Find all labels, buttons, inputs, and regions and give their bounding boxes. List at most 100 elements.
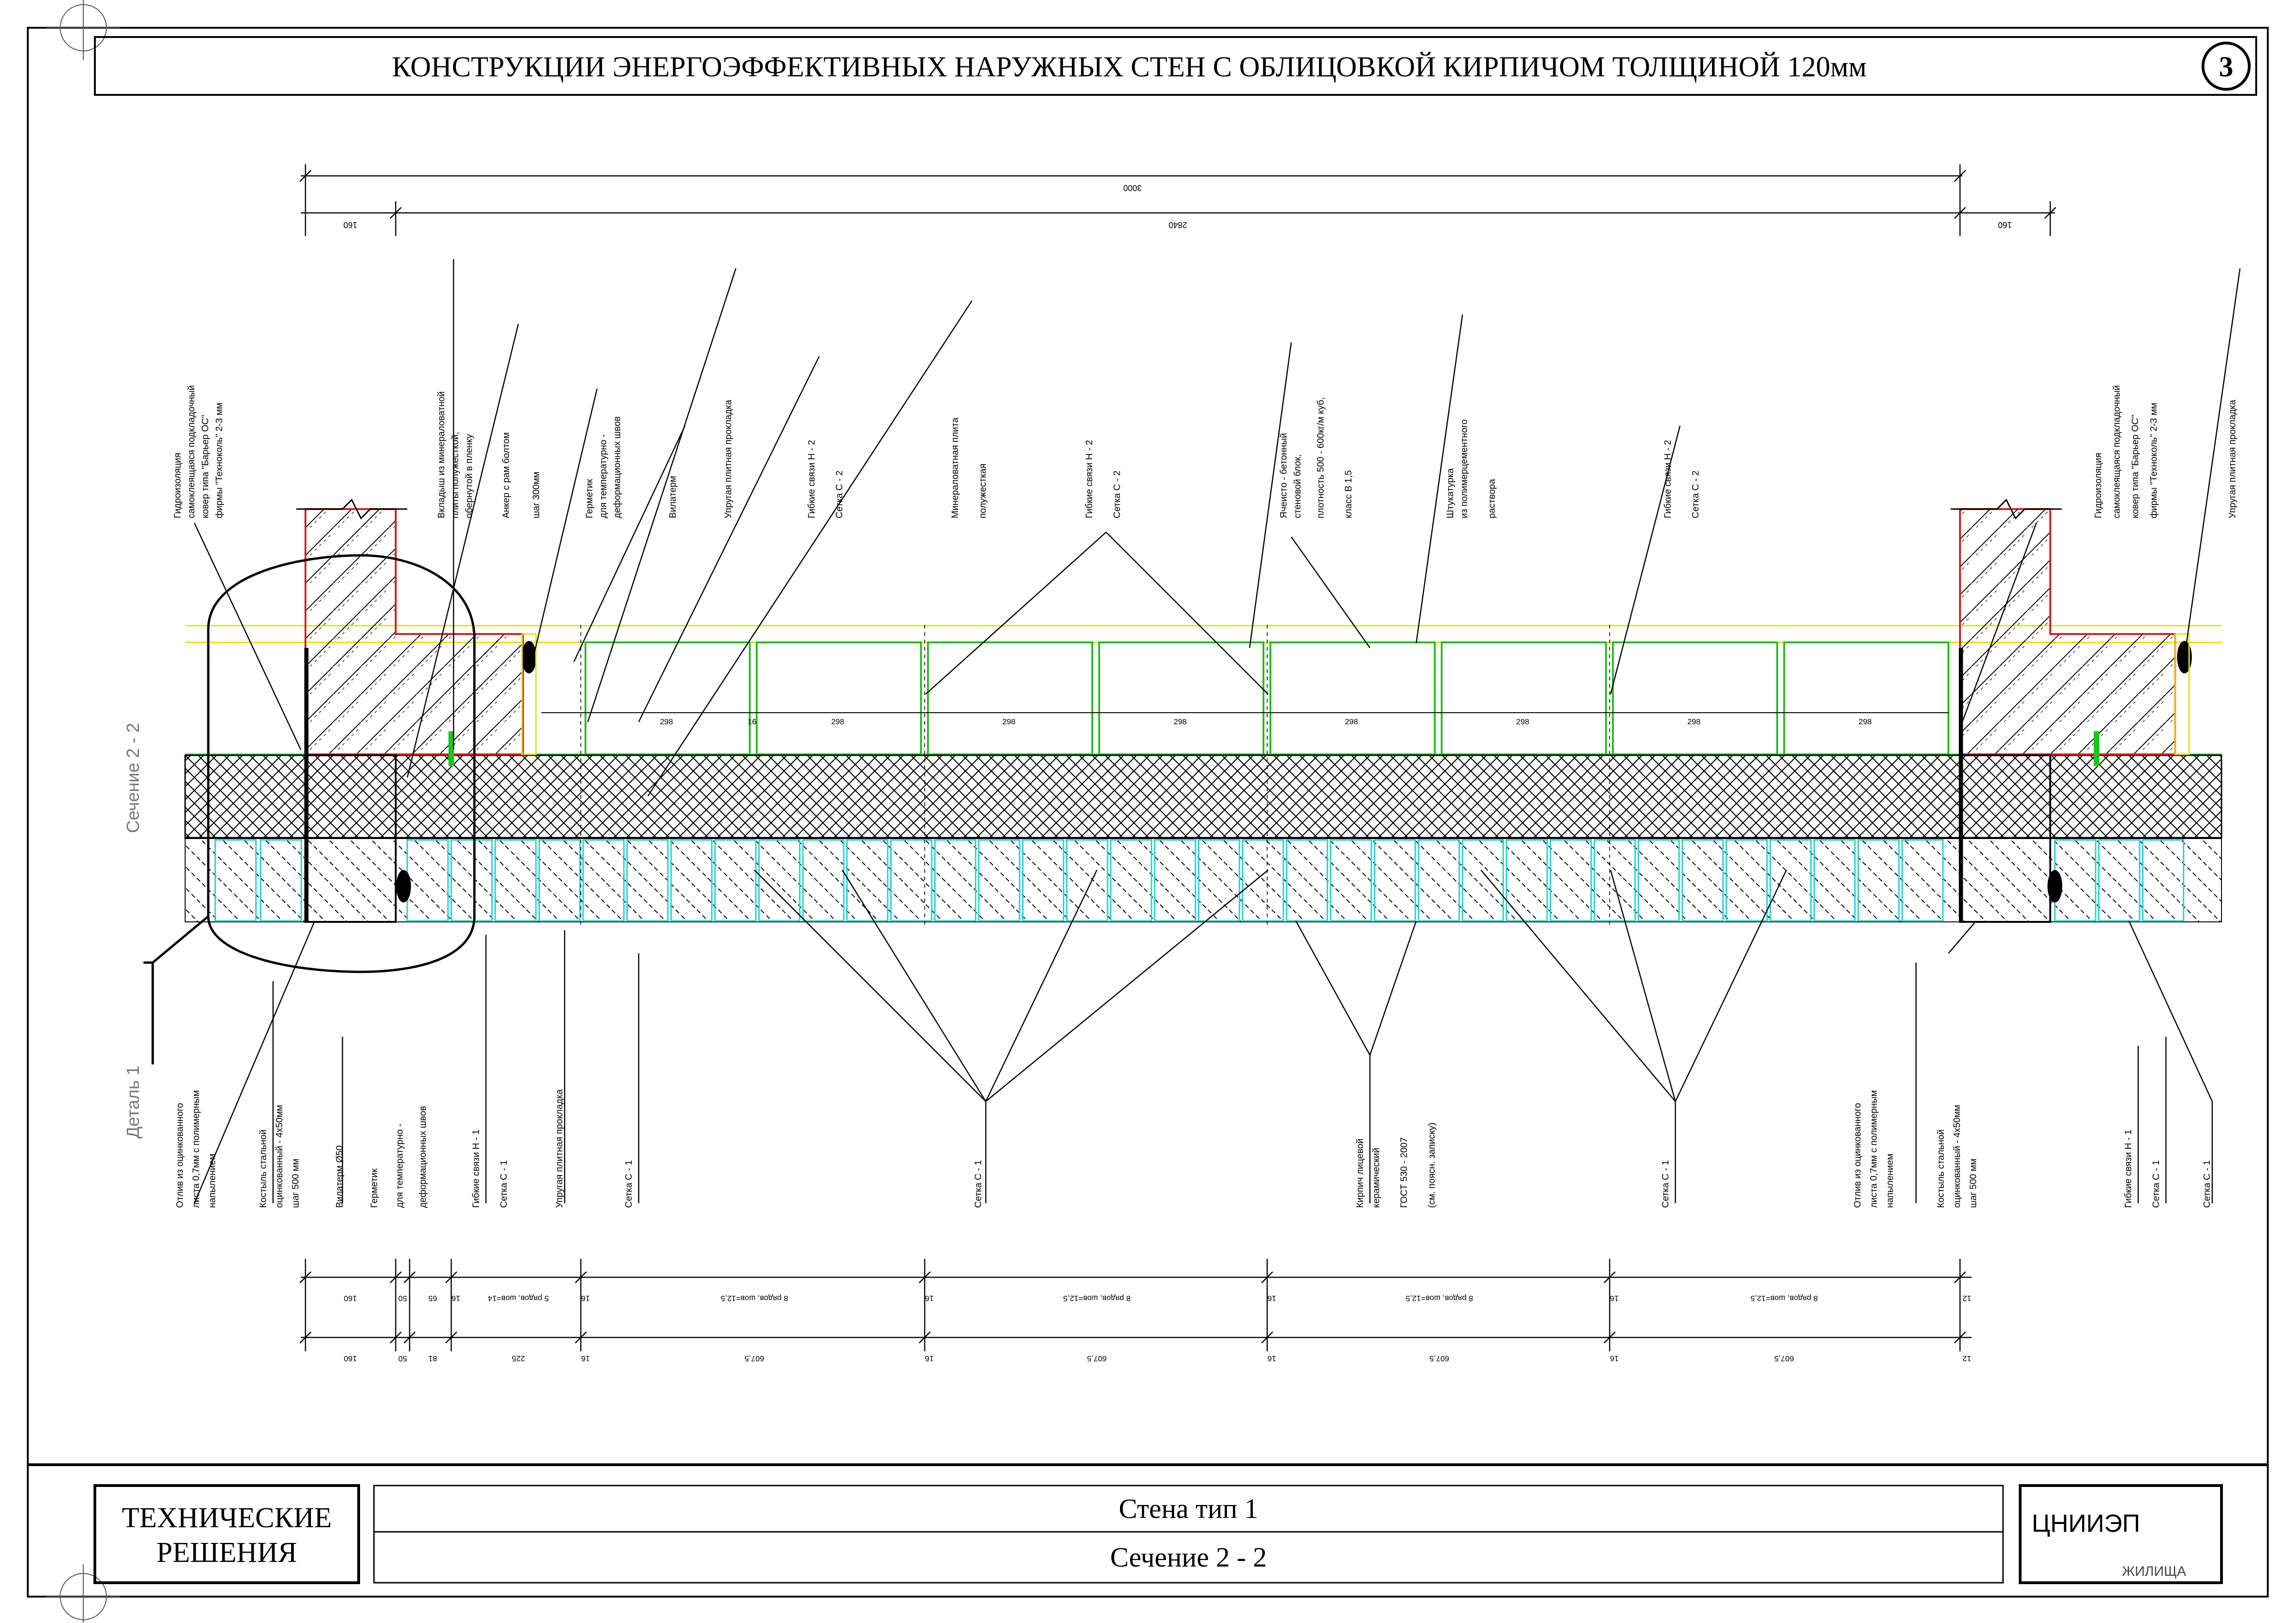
svg-text:298: 298: [1516, 717, 1529, 726]
svg-text:298: 298: [660, 717, 673, 726]
svg-text:фирмы "Техноколь" 2-3 мм: фирмы "Техноколь" 2-3 мм: [2149, 403, 2159, 518]
svg-text:607,5: 607,5: [1774, 1354, 1794, 1363]
dim-middle: 2840: [1169, 220, 1187, 230]
svg-text:12: 12: [1963, 1354, 1972, 1363]
svg-text:16: 16: [581, 1294, 590, 1303]
svg-text:оцинкованный - 4х50мм: оцинкованный - 4х50мм: [1952, 1105, 1962, 1208]
svg-text:Сетка С - 1: Сетка С - 1: [973, 1160, 983, 1208]
sealant-right-bottom: [2047, 870, 2062, 902]
svg-text:Гидроизоляция: Гидроизоляция: [173, 453, 183, 518]
svg-text:Гибкие связи Н - 1: Гибкие связи Н - 1: [2123, 1130, 2134, 1208]
svg-text:Гибкие связи Н - 1: Гибкие связи Н - 1: [471, 1130, 481, 1208]
detail-label: Деталь 1: [124, 1066, 143, 1138]
svg-text:298: 298: [1345, 717, 1358, 726]
svg-text:фирмы "Техноколь" 2-3 мм: фирмы "Техноколь" 2-3 мм: [214, 403, 224, 518]
svg-text:16: 16: [452, 1294, 460, 1303]
svg-text:160: 160: [344, 1294, 357, 1303]
svg-text:Герметик: Герметик: [369, 1169, 380, 1208]
svg-text:Сетка С - 1: Сетка С - 1: [2202, 1160, 2212, 1208]
svg-text:Штукатурка: Штукатурка: [1445, 468, 1456, 518]
svg-text:Сетка С - 1: Сетка С - 1: [499, 1160, 509, 1208]
svg-text:16: 16: [748, 717, 757, 726]
svg-text:Отлив из оцинкованного: Отлив из оцинкованного: [175, 1103, 185, 1208]
svg-text:Герметик: Герметик: [585, 479, 595, 518]
svg-text:298: 298: [831, 717, 844, 726]
page-title: КОНСТРУКЦИИ ЭНЕРГОЭФФЕКТИВНЫХ НАРУЖНЫХ С…: [392, 51, 1867, 83]
footer-org: ЦНИИЭП: [2032, 1510, 2140, 1537]
svg-text:Вилатерм Ø50: Вилатерм Ø50: [335, 1145, 345, 1208]
register-marks: [46, 0, 120, 1623]
svg-text:298: 298: [1002, 717, 1015, 726]
svg-text:шаг 500 мм: шаг 500 мм: [291, 1159, 301, 1208]
svg-text:298: 298: [1687, 717, 1700, 726]
svg-text:Упругая плитная прокладка: Упругая плитная прокладка: [554, 1089, 565, 1208]
svg-text:Минераловатная плита: Минераловатная плита: [950, 417, 960, 518]
svg-text:16: 16: [581, 1354, 590, 1363]
svg-text:Ячеисто - бетонный: Ячеисто - бетонный: [1279, 433, 1289, 518]
wall-section: [143, 498, 2222, 1064]
svg-text:деформационных швов: деформационных швов: [418, 1106, 428, 1208]
footer-wall-type: Стена тип 1: [1119, 1493, 1258, 1524]
svg-text:65: 65: [429, 1294, 437, 1303]
svg-text:стеновой блок,: стеновой блок,: [1293, 454, 1303, 518]
section-label: Сечение 2 - 2: [124, 723, 143, 833]
dim-right-end: 160: [1998, 220, 2012, 230]
svg-text:из полимерцементного: из полимерцементного: [1459, 419, 1469, 518]
svg-text:8 рядов, шов=12,5: 8 рядов, шов=12,5: [721, 1294, 788, 1303]
footer-org-sub: ЖИЛИЩА: [2122, 1564, 2186, 1579]
mineral-wool-layer: [184, 754, 2222, 839]
svg-text:Сетка С - 2: Сетка С - 2: [1112, 471, 1122, 518]
svg-text:Сетка С - 1: Сетка С - 1: [2151, 1160, 2161, 1208]
svg-text:керамический: керамический: [1371, 1148, 1381, 1208]
svg-text:деформационных швов: деформационных швов: [612, 417, 622, 518]
svg-text:плотность 500 - 600кг/м куб,: плотность 500 - 600кг/м куб,: [1316, 397, 1326, 518]
footer-left-line2: РЕШЕНИЯ: [156, 1537, 297, 1568]
bottom-dims-row1: 160 50 65 16 5 рядов, шов=14 16 8 рядов,…: [344, 1294, 1972, 1303]
svg-text:Гибкие связи Н - 2: Гибкие связи Н - 2: [1084, 440, 1095, 518]
svg-text:Упругая плитная прокладка: Упругая плитная прокладка: [723, 399, 734, 518]
sealant-left-top: [522, 641, 536, 673]
svg-text:обернутой в пленку: обернутой в пленку: [464, 434, 474, 518]
footer-section: Сечение 2 - 2: [1110, 1542, 1267, 1573]
svg-text:225: 225: [512, 1354, 525, 1363]
svg-text:Сетка С - 2: Сетка С - 2: [834, 471, 845, 518]
svg-text:Гибкие связи Н - 2: Гибкие связи Н - 2: [807, 440, 817, 518]
svg-text:607,5: 607,5: [1430, 1354, 1450, 1363]
svg-text:298: 298: [1174, 717, 1187, 726]
svg-text:298: 298: [1859, 717, 1872, 726]
svg-text:напылением: напылением: [1885, 1154, 1895, 1208]
sheet-number: 3: [2219, 51, 2234, 83]
svg-text:160: 160: [344, 1354, 357, 1363]
svg-text:ковер типа "Барьер ОС": ковер типа "Барьер ОС": [2130, 415, 2140, 518]
concrete-column-left: [305, 508, 524, 755]
svg-text:Анкер с рам болтом: Анкер с рам болтом: [501, 432, 511, 518]
svg-text:полужесткая: полужесткая: [978, 464, 988, 518]
facing-brick-layer: [185, 838, 2222, 922]
svg-text:8 рядов, шов=12,5: 8 рядов, шов=12,5: [1406, 1294, 1473, 1303]
svg-text:напылением: напылением: [207, 1154, 218, 1208]
svg-text:607,5: 607,5: [745, 1354, 765, 1363]
dim-overall: 3000: [1123, 183, 1142, 193]
concrete-column-right: [1959, 508, 2176, 755]
block-dims: 298 298 298 298 298 298 298 298 16: [660, 717, 1872, 726]
svg-text:5 рядов, шов=14: 5 рядов, шов=14: [488, 1294, 548, 1303]
svg-text:самоклеящаяся подкладочный: самоклеящаяся подкладочный: [2112, 385, 2122, 518]
svg-text:16: 16: [1610, 1354, 1619, 1363]
svg-text:ГОСТ 530 - 2007: ГОСТ 530 - 2007: [1399, 1138, 1409, 1208]
svg-text:шаг 300мм: шаг 300мм: [531, 472, 541, 518]
svg-text:оцинкованный - 4х50мм: оцинкованный - 4х50мм: [274, 1105, 285, 1208]
drawing-sheet: КОНСТРУКЦИИ ЭНЕРГОЭФФЕКТИВНЫХ НАРУЖНЫХ С…: [27, 0, 2269, 1623]
svg-text:для температурно -: для температурно -: [598, 434, 609, 518]
svg-text:ковер типа "Барьер ОС": ковер типа "Барьер ОС": [200, 415, 211, 518]
svg-text:самоклеящаяся подкладочный: самоклеящаяся подкладочный: [187, 385, 197, 518]
svg-text:для температурно -: для температурно -: [395, 1124, 405, 1208]
svg-text:Сетка С - 1: Сетка С - 1: [1661, 1160, 1671, 1208]
svg-text:Костыль стальной: Костыль стальной: [1936, 1130, 1946, 1208]
svg-text:8 рядов, шов=12,5: 8 рядов, шов=12,5: [1750, 1294, 1818, 1303]
svg-text:16: 16: [1268, 1354, 1276, 1363]
bottom-callout-labels: Отлив из оцинкованного листа 0,7мм с пол…: [175, 1089, 2212, 1208]
top-callout-labels: Гидроизоляция самоклеящаяся подкладочный…: [173, 385, 2238, 518]
svg-text:листа 0,7мм с полимерным: листа 0,7мм с полимерным: [1869, 1090, 1879, 1208]
svg-text:шаг 500 мм: шаг 500 мм: [1968, 1159, 1979, 1208]
svg-text:50: 50: [398, 1354, 407, 1363]
